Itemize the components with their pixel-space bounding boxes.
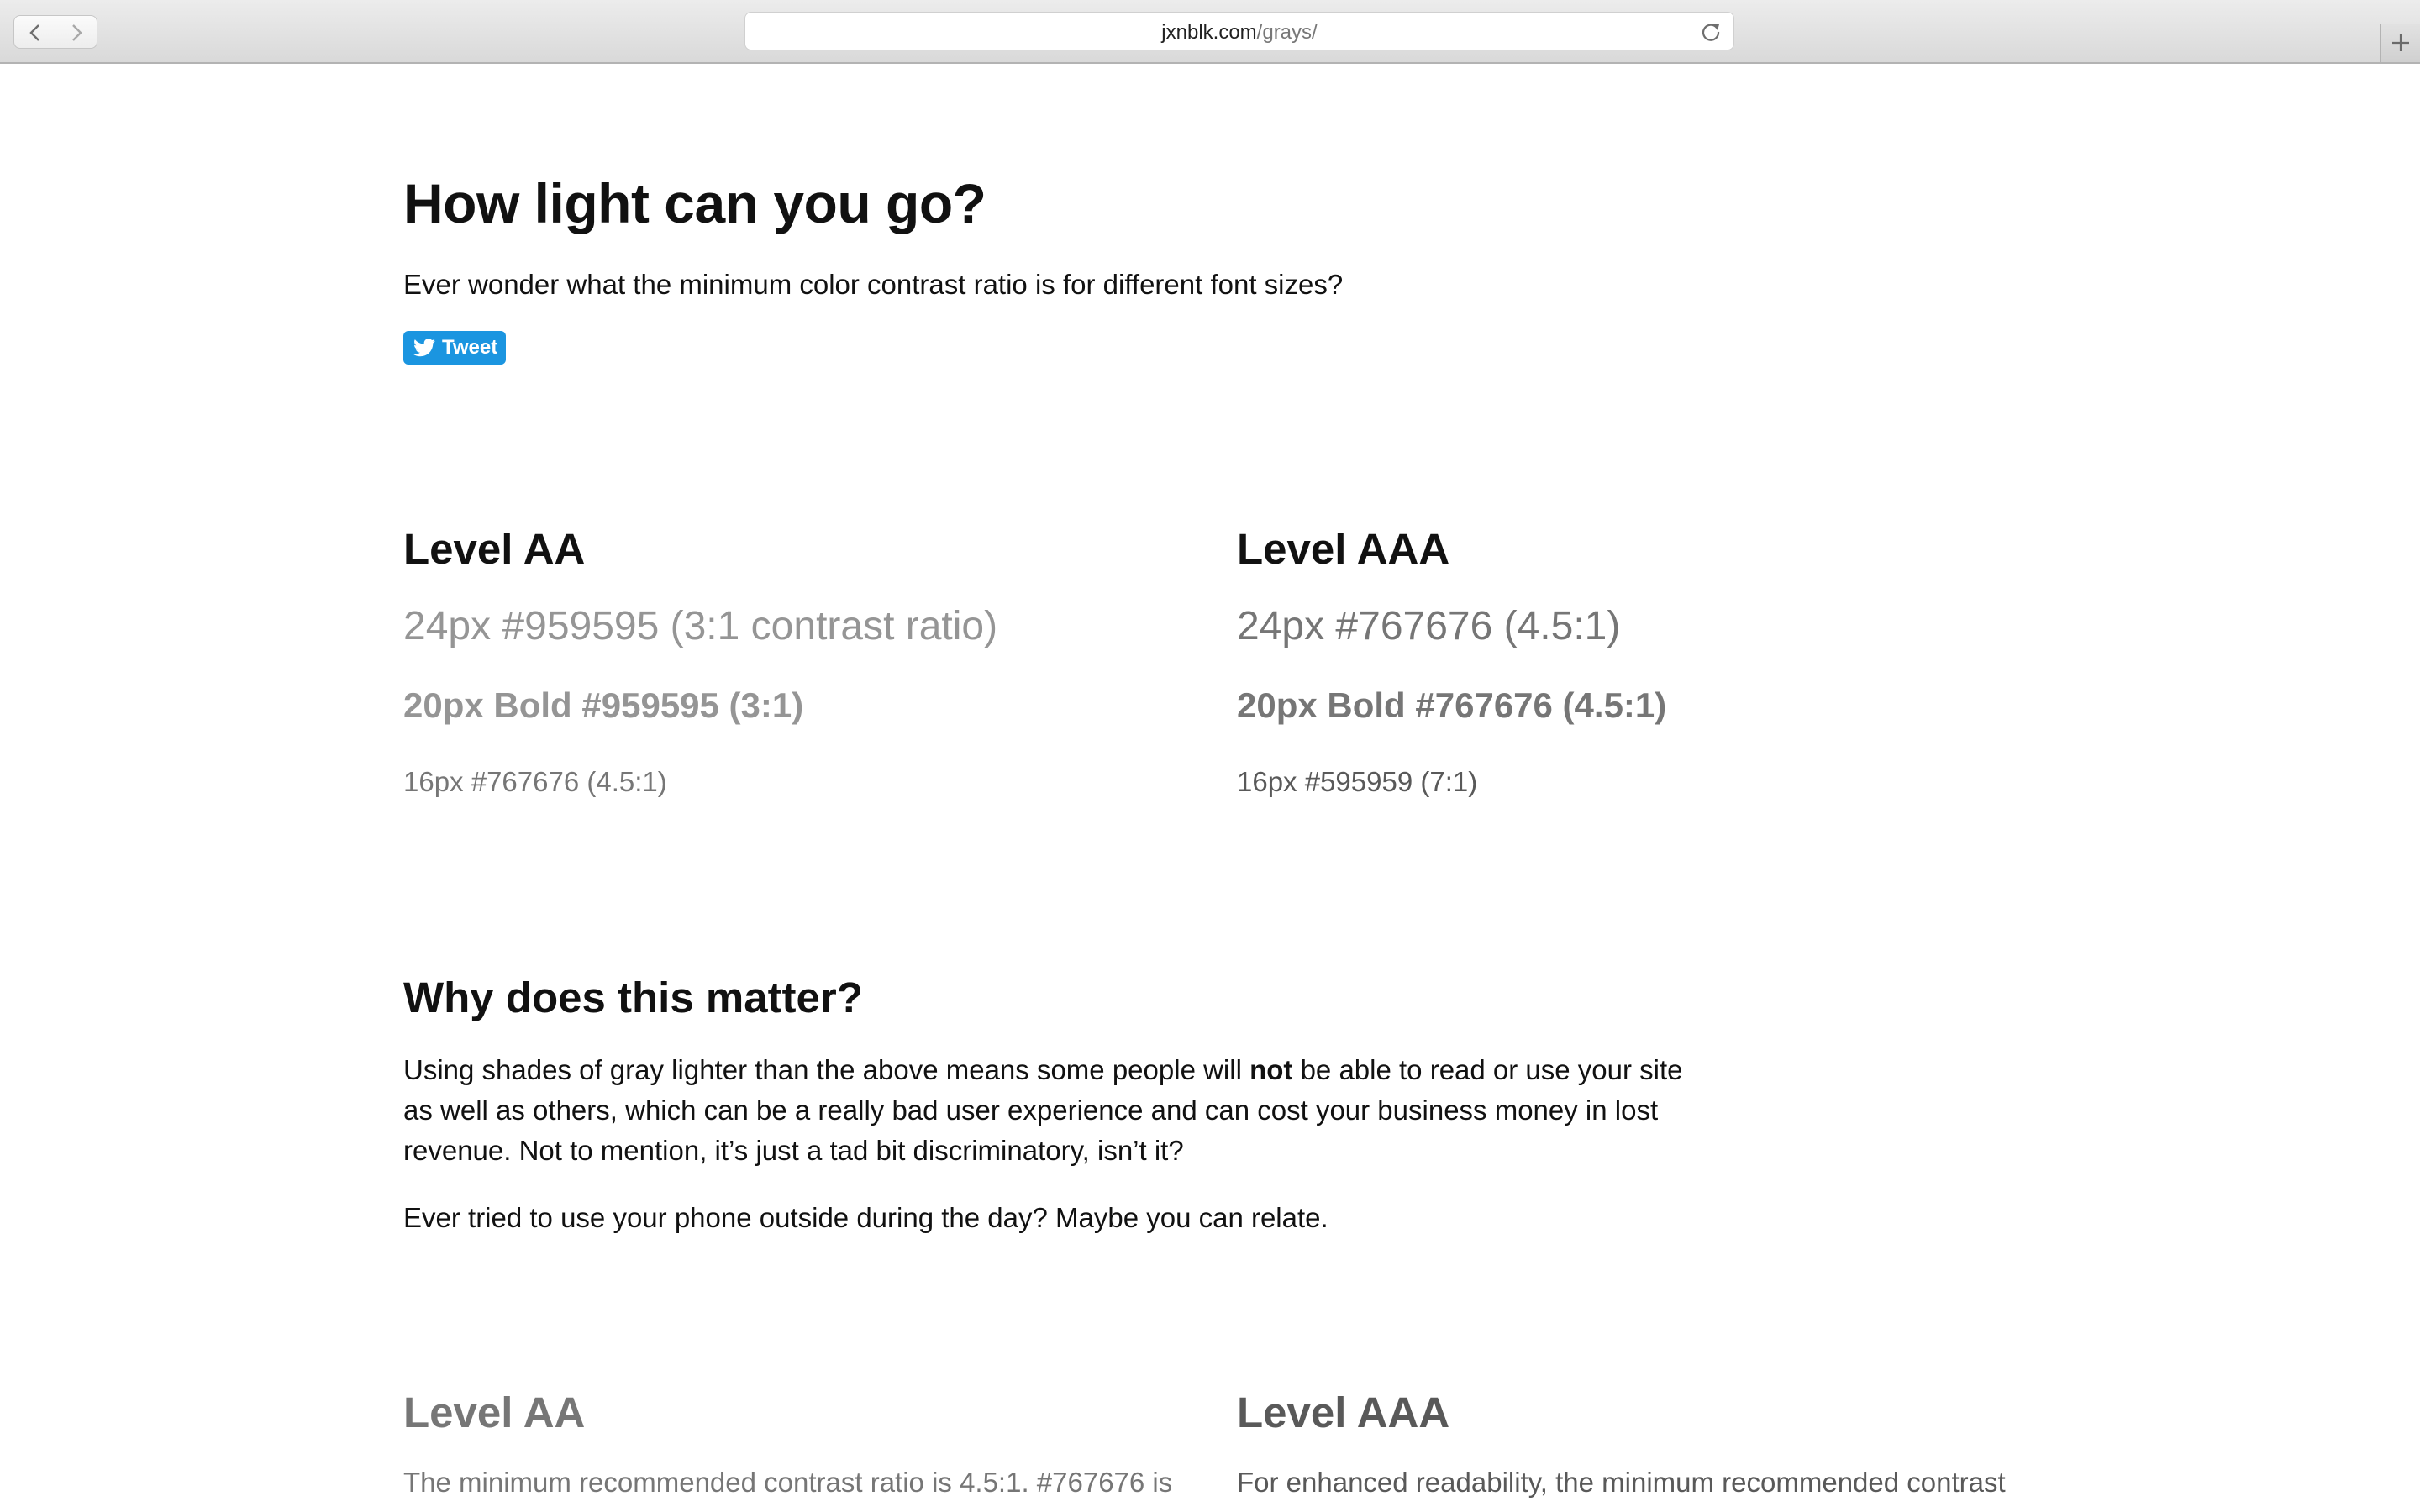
aaa-sample-24px: 24px #767676 (4.5:1) [1237, 604, 1621, 648]
details-aa-heading: Level AA [403, 1389, 586, 1436]
level-aaa-heading: Level AAA [1237, 525, 1450, 573]
back-icon [29, 24, 39, 41]
page-subtitle: Ever wonder what the minimum color contr… [403, 269, 1344, 300]
why-paragraph-1: Using shades of gray lighter than the ab… [403, 1050, 1714, 1171]
browser-toolbar: jxnblk.com/grays/ [0, 0, 2420, 64]
address-bar[interactable]: jxnblk.com/grays/ [744, 12, 1734, 50]
aa-sample-16px: 16px #767676 (4.5:1) [403, 766, 667, 797]
reload-icon[interactable] [1700, 21, 1722, 43]
new-tab-button[interactable] [2380, 24, 2420, 62]
level-aa-heading: Level AA [403, 525, 586, 573]
why-section-title: Why does this matter? [403, 974, 863, 1021]
page-title: How light can you go? [403, 172, 986, 234]
forward-icon [72, 24, 82, 41]
why-p1-emphasis: not [1249, 1054, 1293, 1085]
forward-button[interactable] [55, 15, 97, 49]
url-host: jxnblk.com [1161, 21, 1257, 44]
details-aaa-heading: Level AAA [1237, 1389, 1450, 1436]
aa-sample-20px-bold: 20px Bold #959595 (3:1) [403, 685, 804, 725]
aa-sample-24px: 24px #959595 (3:1 contrast ratio) [403, 604, 998, 648]
aaa-sample-20px-bold: 20px Bold #767676 (4.5:1) [1237, 685, 1667, 725]
tweet-label: Tweet [442, 336, 498, 359]
tweet-button[interactable]: Tweet [403, 331, 506, 365]
aaa-sample-16px: 16px #595959 (7:1) [1237, 766, 1478, 797]
back-button[interactable] [13, 15, 55, 49]
why-paragraph-2: Ever tried to use your phone outside dur… [403, 1202, 1328, 1233]
details-aa-text: The minimum recommended contrast ratio i… [403, 1467, 1173, 1498]
url-path: /grays/ [1256, 21, 1318, 44]
plus-icon [2392, 34, 2409, 51]
details-aaa-text: For enhanced readability, the minimum re… [1237, 1467, 2006, 1498]
why-p1-before: Using shades of gray lighter than the ab… [403, 1054, 1250, 1085]
url-text: jxnblk.com/grays/ [745, 21, 1733, 45]
twitter-bird-icon [413, 339, 435, 357]
